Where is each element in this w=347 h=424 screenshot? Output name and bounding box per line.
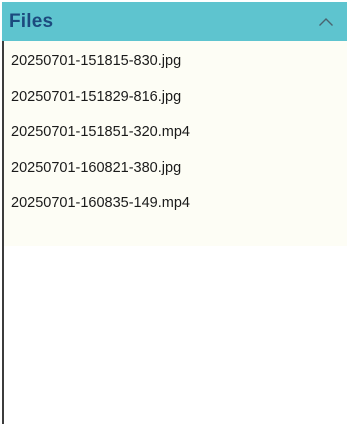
file-list-item[interactable]: 20250701-160821-380.jpg: [4, 151, 347, 187]
file-list-item[interactable]: 20250701-151829-816.jpg: [4, 80, 347, 116]
file-list-items: 20250701-151815-830.jpg 20250701-151829-…: [4, 41, 347, 246]
file-list-item[interactable]: 20250701-160835-149.mp4: [4, 186, 347, 222]
files-panel-header[interactable]: Files: [0, 0, 347, 41]
file-list-item[interactable]: 20250701-151851-320.mp4: [4, 115, 347, 151]
file-list-item[interactable]: 20250701-151815-830.jpg: [4, 44, 347, 80]
file-list[interactable]: 20250701-151815-830.jpg 20250701-151829-…: [2, 41, 347, 424]
chevron-up-icon[interactable]: [317, 15, 335, 29]
files-panel: Files 20250701-151815-830.jpg 20250701-1…: [0, 0, 347, 424]
files-panel-title: Files: [9, 10, 54, 32]
